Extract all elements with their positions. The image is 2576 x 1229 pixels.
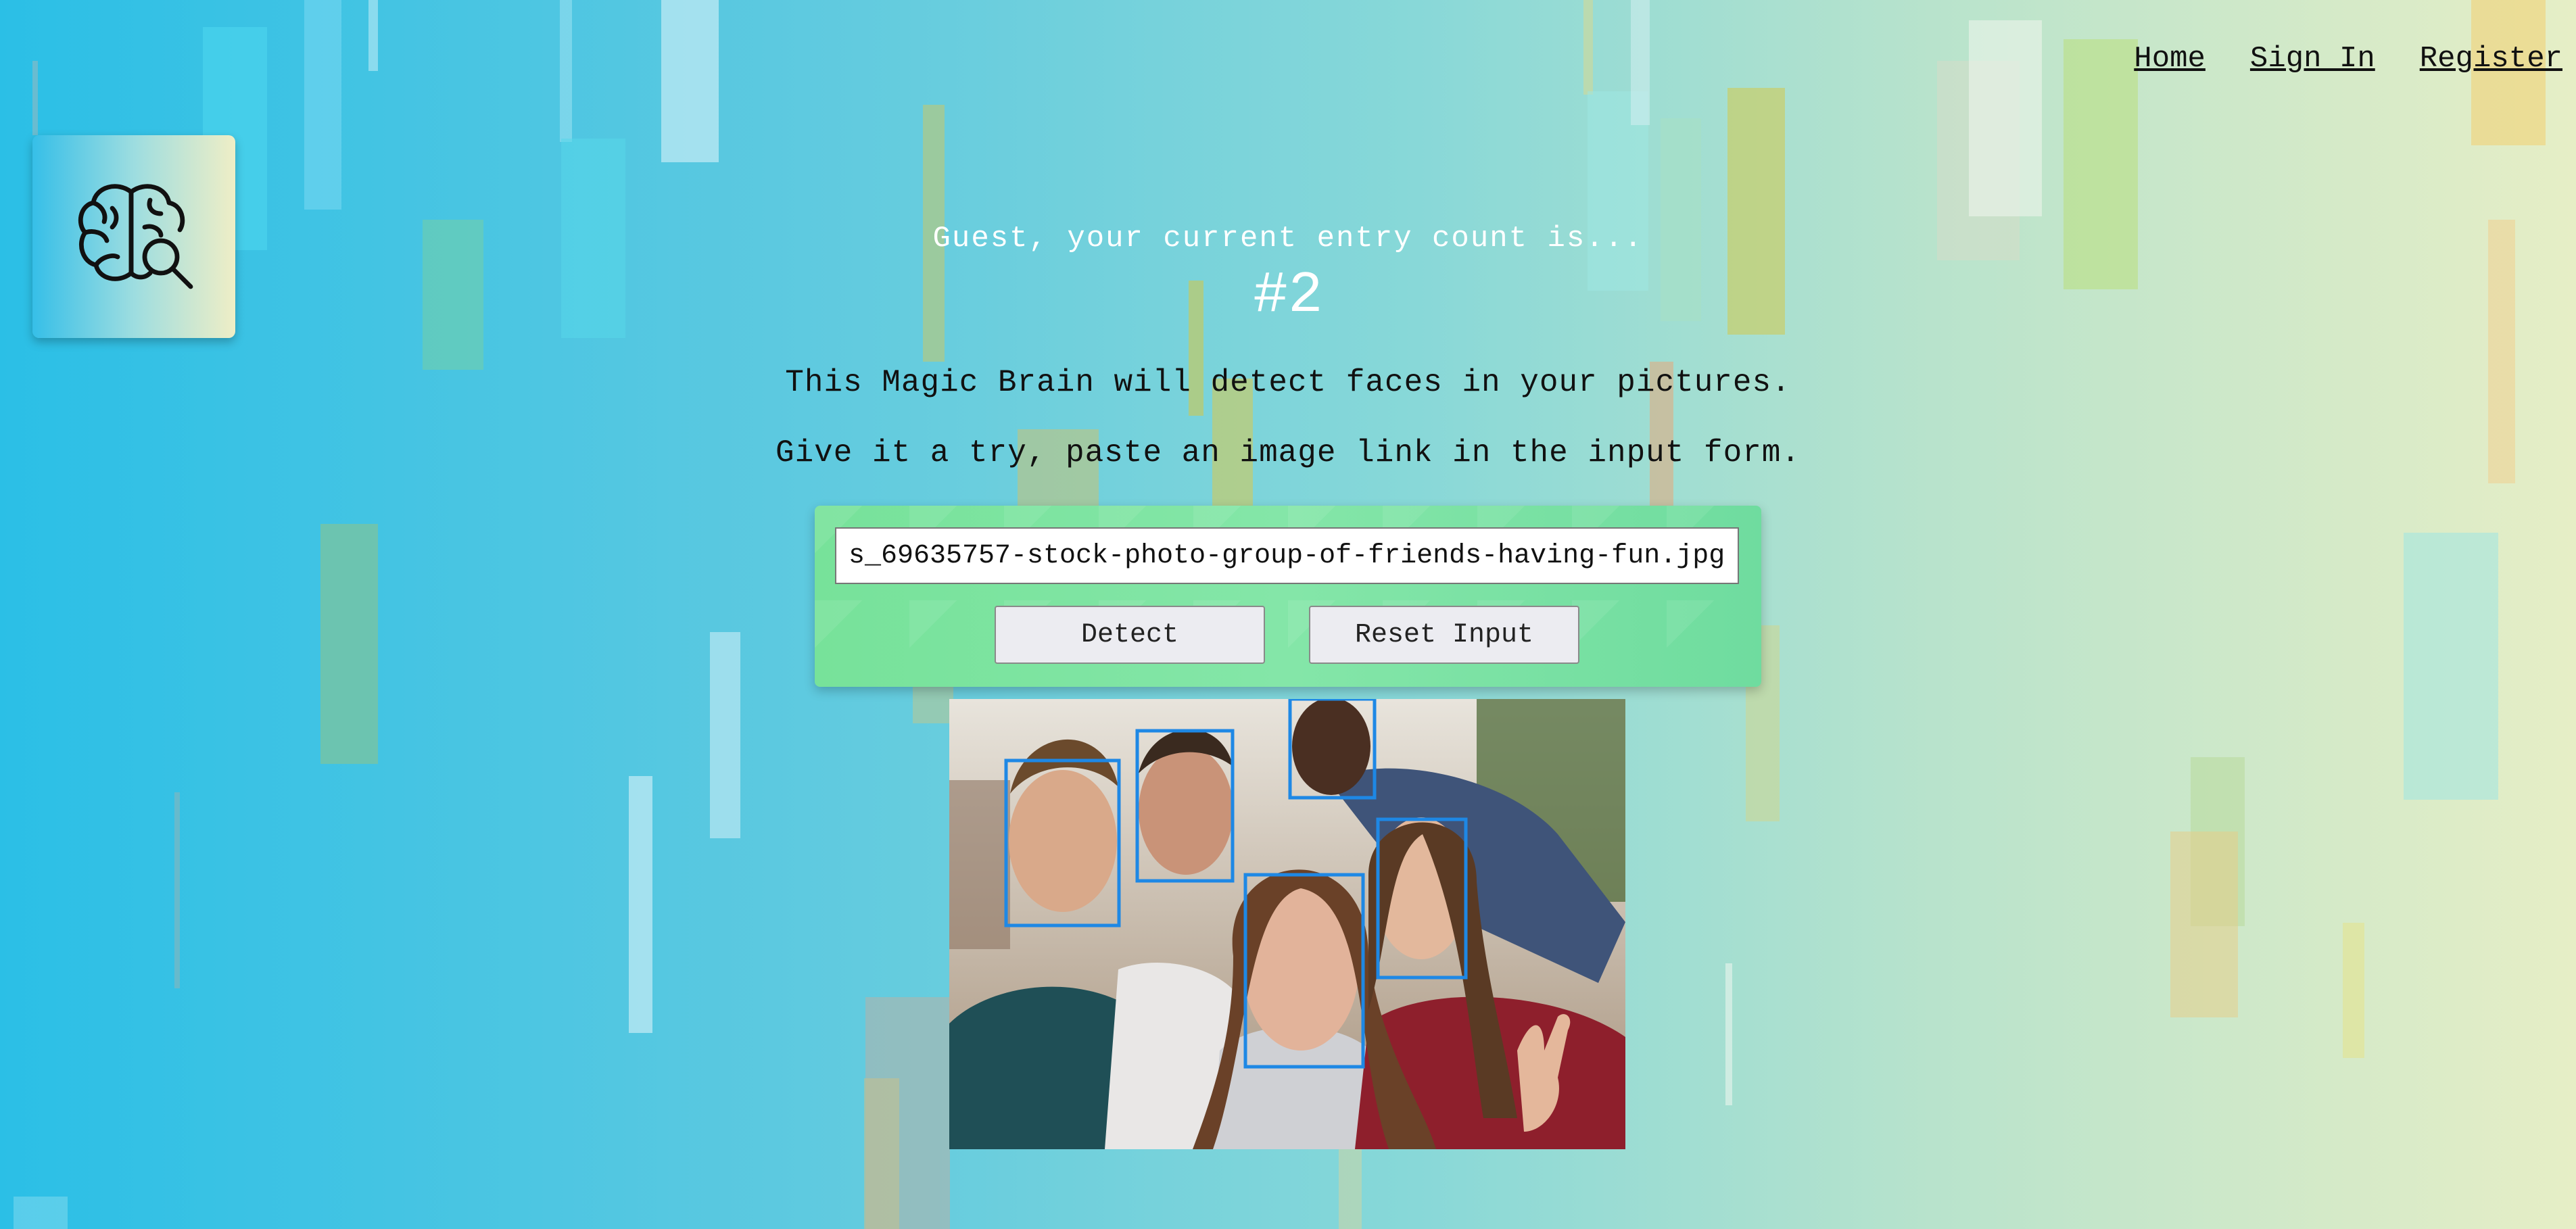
bg-bar xyxy=(2343,923,2364,1058)
entry-count: #2 xyxy=(1253,262,1323,329)
top-navigation: Home Sign In Register xyxy=(2134,42,2562,76)
bg-bar xyxy=(629,776,652,1033)
bg-bar xyxy=(2404,533,2498,800)
nav-home-link[interactable]: Home xyxy=(2134,42,2205,76)
bg-bar xyxy=(1631,0,1650,125)
nav-sign-in-link[interactable]: Sign In xyxy=(2250,42,2375,76)
bg-bar xyxy=(1725,963,1732,1105)
bg-bar xyxy=(1583,0,1593,95)
bg-bar xyxy=(864,1078,899,1229)
image-link-form: Detect Reset Input xyxy=(815,506,1761,687)
intro-text-line-1: This Magic Brain will detect faces in yo… xyxy=(785,365,1791,400)
bg-bar xyxy=(1969,20,2042,216)
detect-button[interactable]: Detect xyxy=(995,606,1265,664)
bg-bar xyxy=(661,0,719,162)
bg-bar xyxy=(1339,1149,1362,1229)
bg-bar xyxy=(320,524,378,764)
bg-bar xyxy=(368,0,378,71)
face-detection-image xyxy=(949,699,1625,1149)
bg-bar xyxy=(32,61,38,135)
rank-greeting: Guest, your current entry count is... xyxy=(932,222,1644,256)
reset-input-button[interactable]: Reset Input xyxy=(1309,606,1579,664)
bg-bar xyxy=(2170,832,2238,1017)
intro-text-line-2: Give it a try, paste an image link in th… xyxy=(775,435,1801,471)
bg-bar xyxy=(304,0,341,210)
bg-bar xyxy=(14,1197,68,1229)
bg-bar xyxy=(560,0,572,142)
bg-bar xyxy=(174,792,180,988)
image-url-input[interactable] xyxy=(835,527,1739,584)
nav-register-link[interactable]: Register xyxy=(2420,42,2562,76)
photo-illustration xyxy=(949,699,1625,1149)
bg-bar xyxy=(710,632,740,838)
